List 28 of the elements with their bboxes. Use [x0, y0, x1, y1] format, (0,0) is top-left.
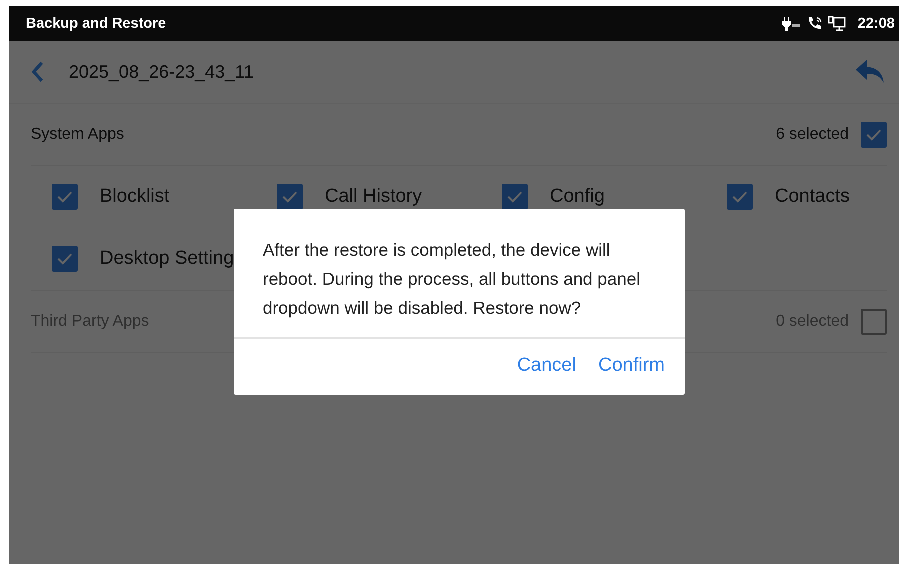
checkmark-icon: [282, 191, 298, 203]
app-label: Contacts: [775, 186, 850, 208]
app-label: Config: [550, 186, 605, 208]
app-label: Call History: [325, 186, 422, 208]
app-checkbox[interactable]: [502, 184, 528, 210]
dialog-button[interactable]: Confirm: [588, 349, 675, 383]
app-label: Blocklist: [100, 186, 170, 208]
dialog-message: After the restore is completed, the device will reboot. During the process, all buttons and panel dropdown will be disabled. Restore now?: [234, 209, 685, 339]
checkmark-icon: [57, 191, 73, 203]
app-checkbox[interactable]: [727, 184, 753, 210]
plug-icon: [782, 16, 802, 32]
selected-count: 6 selected: [776, 126, 849, 144]
section-checkbox[interactable]: [861, 308, 887, 334]
section-title: System Apps: [31, 126, 126, 144]
network-icon: [828, 16, 846, 32]
app-title: Backup and Restore: [26, 16, 166, 32]
app-checkbox[interactable]: [52, 246, 78, 272]
checkmark-icon: [57, 253, 73, 265]
checkmark-icon: [866, 128, 882, 140]
dialog-button[interactable]: Cancel: [507, 349, 586, 383]
checkmark-icon: [507, 191, 523, 203]
app-checkbox[interactable]: [277, 184, 303, 210]
section-checkbox[interactable]: [861, 122, 887, 148]
clock-time: 22:08: [858, 16, 895, 32]
app-checkbox[interactable]: [52, 184, 78, 210]
backup-name: 2025_08_26-23_43_11: [69, 62, 255, 82]
app-label: Desktop Setting: [100, 248, 234, 270]
checkmark-icon: [732, 191, 748, 203]
